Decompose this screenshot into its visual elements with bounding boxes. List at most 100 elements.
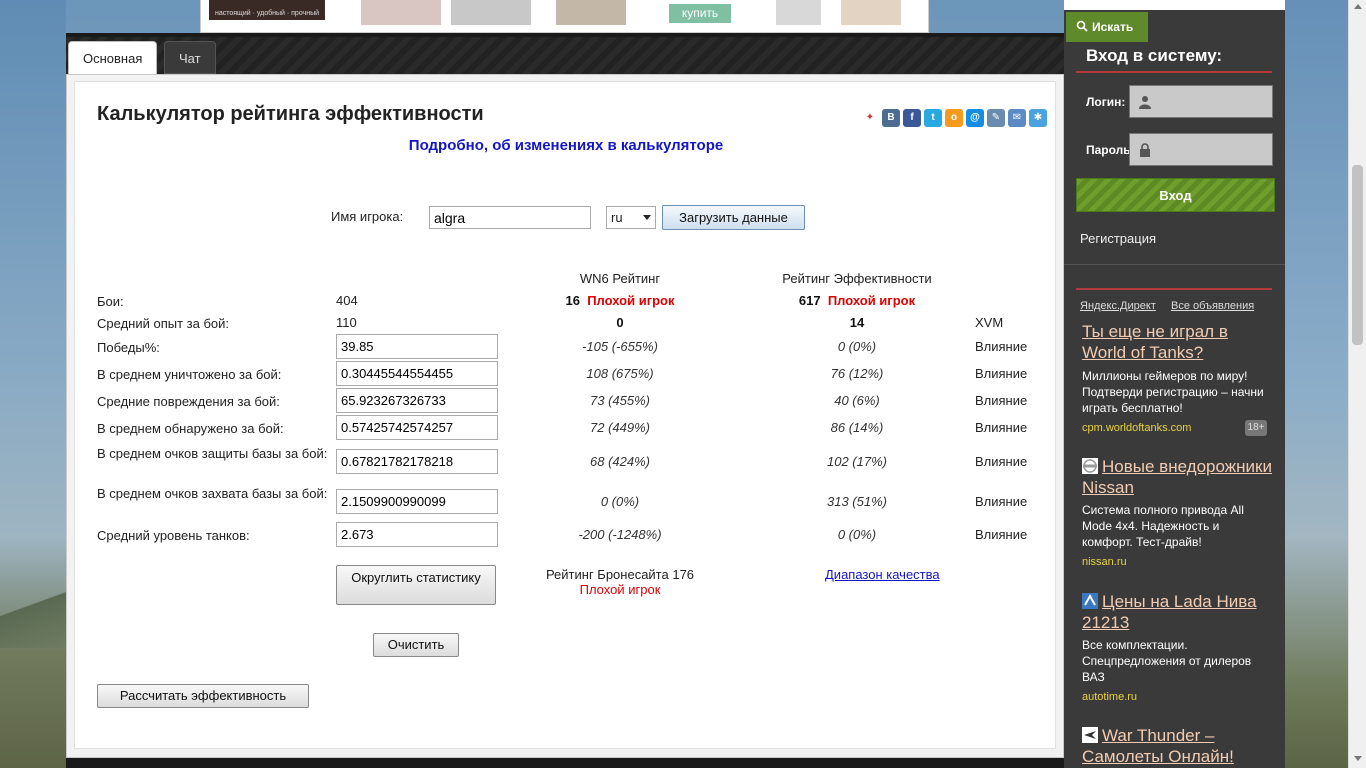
server-select-value: ru: [611, 210, 623, 225]
ad-title-wot[interactable]: Ты еще не играл в World of Tanks?: [1082, 321, 1272, 363]
clear-button[interactable]: Очистить: [373, 633, 459, 657]
background-scenery-right: [1285, 0, 1348, 768]
stat-eff-damage: 40 (6%): [834, 393, 880, 408]
stat-input-spotted[interactable]: [336, 415, 498, 440]
stat-wn6-spotted: 72 (449%): [590, 420, 650, 435]
banner-jacket-image: [841, 0, 901, 25]
share-twitter-icon[interactable]: t: [924, 109, 942, 127]
share-mailru-icon[interactable]: @: [966, 109, 984, 127]
stat-label-damage: Средние повреждения за бой:: [97, 394, 280, 409]
tab-chat[interactable]: Чат: [164, 41, 216, 74]
stat-eff-capture: 313 (51%): [827, 494, 887, 509]
stat-label-frags: В среднем уничтожено за бой:: [97, 367, 282, 382]
register-link[interactable]: Регистрация: [1080, 231, 1156, 246]
battles-value: 404: [336, 293, 358, 308]
ad-title-warthunder-text[interactable]: War Thunder – Самолеты Онлайн!: [1082, 726, 1234, 766]
stat-input-wins[interactable]: [336, 334, 498, 359]
wn6-total-value: 16: [565, 293, 580, 308]
bronesite-rating: Рейтинг Бронесайта 176 Плохой игрок: [515, 567, 725, 597]
influence-link-capture[interactable]: Влияние: [975, 494, 1027, 509]
sidebar-top-strip: [1064, 0, 1285, 10]
stat-label-capture: В среднем очков захвата базы за бой:: [97, 486, 328, 501]
tabs-bar: Основная Чат: [66, 37, 1064, 74]
stat-wn6-damage: 73 (455%): [590, 393, 650, 408]
ad-domain-wot[interactable]: cpm.worldoftanks.com: [1082, 422, 1191, 434]
stat-wn6-frags: 108 (675%): [586, 366, 654, 381]
calculate-button[interactable]: Рассчитать эффективность: [97, 684, 309, 708]
influence-link-damage[interactable]: Влияние: [975, 393, 1027, 408]
password-label: Пароль:: [1086, 143, 1135, 157]
efficiency-total: 617 Плохой игрок: [777, 293, 937, 308]
divider: [1076, 288, 1272, 290]
divider: [1076, 71, 1272, 73]
share-odnoklassniki-icon[interactable]: o: [945, 109, 963, 127]
banner-buy-button[interactable]: купить: [669, 4, 731, 23]
wn6-grade: Плохой игрок: [587, 293, 675, 308]
stat-input-damage[interactable]: [336, 388, 498, 413]
influence-link-tier[interactable]: Влияние: [975, 527, 1027, 542]
ad-title-lada-text[interactable]: Цены на Lada Нива 21213: [1082, 592, 1257, 632]
top-ad-banner[interactable]: настоящий · удобный · прочный купить: [200, 0, 929, 33]
password-input[interactable]: [1129, 133, 1273, 166]
background-scenery-left: [0, 0, 66, 768]
share-livejournal-icon[interactable]: ✎: [987, 109, 1005, 127]
influence-link-defense[interactable]: Влияние: [975, 454, 1027, 469]
ad-title-nissan: Новые внедорожники Nissan: [1082, 456, 1272, 498]
stat-eff-tier: 0 (0%): [837, 527, 877, 542]
quality-range-link[interactable]: Диапазон качества: [825, 567, 940, 582]
influence-link-spotted[interactable]: Влияние: [975, 420, 1027, 435]
page-title: Калькулятор рейтинга эффективности: [97, 103, 484, 125]
avg-exp-wn6: 0: [616, 315, 624, 330]
stat-input-defense[interactable]: [336, 449, 498, 474]
share-facebook-icon[interactable]: f: [903, 109, 921, 127]
all-ads-link[interactable]: Все объявления: [1171, 300, 1254, 312]
stat-wn6-wins: -105 (-655%): [582, 339, 658, 354]
player-name-input[interactable]: [429, 206, 591, 229]
ad-title-nissan-text[interactable]: Новые внедорожники Nissan: [1082, 457, 1272, 497]
stat-eff-defense: 102 (17%): [827, 454, 887, 469]
ad-text-lada: Все комплектации. Спецпредложения от дил…: [1082, 638, 1252, 684]
main-panel: Калькулятор рейтинга эффективности ✦ B f…: [66, 74, 1064, 758]
scroll-thumb[interactable]: [1352, 165, 1363, 345]
wn6-header: WN6 Рейтинг: [579, 271, 661, 286]
warthunder-logo-icon: [1082, 727, 1098, 743]
stat-input-tier[interactable]: [336, 522, 498, 547]
login-button[interactable]: Вход: [1076, 178, 1275, 212]
login-title: Вход в систему:: [1086, 46, 1223, 65]
stat-wn6-defense: 68 (424%): [590, 454, 650, 469]
lock-icon: [1140, 143, 1150, 157]
bronesite-grade: Плохой игрок: [579, 582, 661, 597]
stat-input-frags[interactable]: [336, 361, 498, 386]
efficiency-total-value: 617: [798, 293, 821, 308]
scroll-up-arrow-icon[interactable]: [1354, 4, 1362, 9]
page-scrollbar[interactable]: [1348, 0, 1366, 768]
server-select[interactable]: ru: [606, 206, 656, 229]
ad-title-lada: Цены на Lada Нива 21213: [1082, 591, 1272, 633]
influence-link-frags[interactable]: Влияние: [975, 366, 1027, 381]
stat-eff-frags: 76 (12%): [830, 366, 884, 381]
stat-label-spotted: В среднем обнаружено за бой:: [97, 421, 284, 436]
influence-link-wins[interactable]: Влияние: [975, 339, 1027, 354]
banner-jacket-image: [451, 0, 531, 25]
changes-link[interactable]: Подробно, об изменениях в калькуляторе: [75, 137, 1057, 154]
share-vk-icon[interactable]: B: [882, 109, 900, 127]
stat-input-capture[interactable]: [336, 489, 498, 514]
avg-exp-label: Средний опыт за бой:: [97, 316, 229, 331]
divider: [1064, 264, 1285, 265]
share-more-icon[interactable]: ✱: [1029, 109, 1047, 127]
scroll-down-arrow-icon[interactable]: [1354, 756, 1362, 761]
avg-exp-value: 110: [336, 315, 357, 330]
stat-label-defense: В среднем очков защиты базы за бой:: [97, 446, 328, 461]
ad-domain-lada[interactable]: autotime.ru: [1082, 691, 1137, 703]
tab-main[interactable]: Основная: [68, 41, 158, 74]
round-stats-button[interactable]: Округлить статистику: [336, 565, 496, 605]
user-icon: [1139, 96, 1151, 109]
load-data-button[interactable]: Загрузить данные: [662, 205, 805, 230]
yandex-direct-link[interactable]: Яндекс.Директ: [1080, 300, 1156, 312]
share-hide-icon[interactable]: ✦: [861, 109, 879, 127]
ad-domain-nissan[interactable]: nissan.ru: [1082, 556, 1127, 568]
search-button[interactable]: Искать: [1066, 12, 1148, 42]
share-moikrug-icon[interactable]: ✉: [1008, 109, 1026, 127]
banner-logo: настоящий · удобный · прочный: [209, 0, 325, 20]
login-input[interactable]: [1129, 85, 1273, 118]
